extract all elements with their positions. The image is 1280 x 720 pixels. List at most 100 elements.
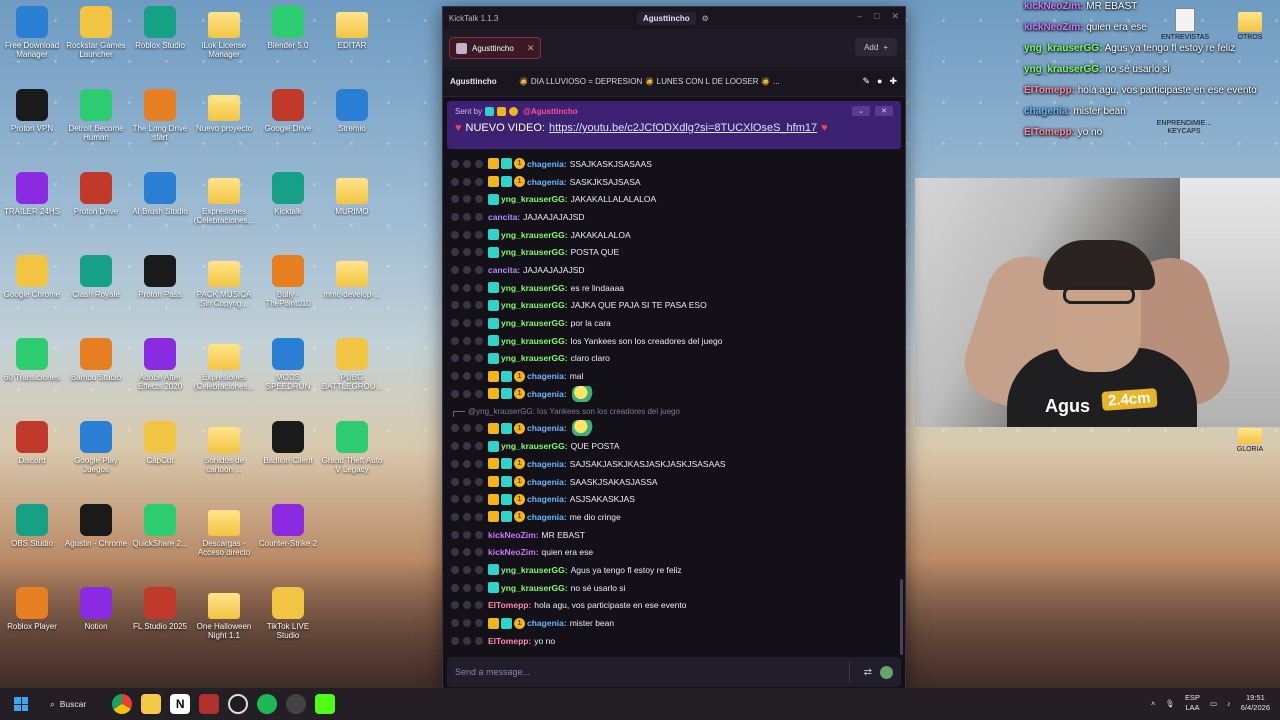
copy-icon[interactable] (463, 212, 471, 221)
reply-icon[interactable] (451, 265, 459, 274)
copy-icon[interactable] (463, 512, 471, 521)
desktop-icon[interactable]: AI Brush Studio (127, 172, 193, 216)
copy-icon[interactable] (463, 283, 471, 292)
translate-icon[interactable]: ⇄ (864, 667, 872, 678)
chat-message[interactable]: cancita: JAJAAJAJAJSD (443, 208, 905, 226)
more-icon[interactable] (475, 512, 483, 521)
copy-icon[interactable] (463, 301, 471, 310)
chat-username[interactable]: chagenia: (527, 389, 567, 399)
desktop-icon[interactable]: Adobe After Effects 2020 (127, 338, 193, 391)
more-icon[interactable] (475, 424, 483, 433)
desktop-icon[interactable]: Google Drive (255, 89, 321, 133)
desktop-icon[interactable]: Grand Theft Auto V Legacy (319, 421, 385, 474)
chat-message[interactable]: 1 chagenia: mister bean (443, 614, 905, 632)
copy-icon[interactable] (463, 354, 471, 363)
spotify-taskbar-icon[interactable] (257, 694, 278, 714)
volume-icon[interactable]: ♪ (1227, 699, 1231, 708)
reply-icon[interactable] (451, 512, 459, 521)
more-icon[interactable] (475, 336, 483, 345)
desktop-icon[interactable]: TikTok LIVE Studio (255, 587, 321, 640)
desktop-icon[interactable]: Descargas - Acceso directo (191, 504, 257, 557)
desktop-icon[interactable]: Roblox Studio (127, 6, 193, 50)
chat-message[interactable]: yng_krauserGG: los Yankees son los creado… (443, 332, 905, 350)
reply-icon[interactable] (451, 159, 459, 168)
desktop-icon[interactable]: PUBG BATTLEGROU... (319, 338, 385, 391)
desktop-icon[interactable]: Proton VPN (0, 89, 65, 133)
clock[interactable]: 19:51 6/4/2026 (1241, 693, 1270, 713)
desktop-icon[interactable]: iLok License Manager (191, 6, 257, 59)
chat-message[interactable]: 1 chagenia: (443, 385, 905, 403)
chat-username[interactable]: kickNeoZim: (488, 547, 539, 557)
copy-icon[interactable] (463, 495, 471, 504)
reply-icon[interactable] (451, 495, 459, 504)
copy-icon[interactable] (463, 248, 471, 257)
account-name[interactable]: Agusttincho (637, 12, 696, 25)
more-icon[interactable] (475, 636, 483, 645)
reply-icon[interactable] (451, 230, 459, 239)
chat-message[interactable]: 1 chagenia: ASJSAKASKJAS (443, 490, 905, 508)
chat-message[interactable]: yng_krauserGG: es re lindaaaa (443, 279, 905, 297)
chat-username[interactable]: ElTomepp: (488, 600, 531, 610)
windows-start-icon[interactable] (14, 697, 28, 711)
copy-icon[interactable] (463, 601, 471, 610)
chat-username[interactable]: ElTomepp: (488, 636, 531, 646)
desktop-icon[interactable]: MURIMO (319, 172, 385, 216)
tab-agusttincho[interactable]: Agusttincho ✕ (449, 37, 542, 59)
chat-username[interactable]: chagenia: (527, 459, 567, 469)
more-icon[interactable] (475, 212, 483, 221)
chrome-taskbar-icon[interactable] (112, 694, 133, 714)
chat-message[interactable]: yng_krauserGG: JAKAKALLALALALOA (443, 190, 905, 208)
chat-message[interactable]: yng_krauserGG: claro claro (443, 350, 905, 368)
youtube-link[interactable]: https://youtu.be/c2JCfODXdlg?si=8TUCXlOs… (549, 122, 817, 134)
reply-icon[interactable] (451, 389, 459, 398)
chat-username[interactable]: chagenia: (527, 159, 567, 169)
language-indicator[interactable]: ESP LAA (1185, 693, 1200, 713)
desktop-icon-personajes[interactable]: OTROS (1222, 8, 1278, 42)
reply-icon[interactable] (451, 583, 459, 592)
copy-icon[interactable] (463, 319, 471, 328)
copy-icon[interactable] (463, 336, 471, 345)
chat-message[interactable]: 1 chagenia: SAJSAKJASKJKASJASKJASKJSASAAS (443, 455, 905, 473)
copy-icon[interactable] (463, 389, 471, 398)
chat-message[interactable]: 1 chagenia: SSAJKASKJSASAAS (443, 155, 905, 173)
chat-message[interactable]: yng_krauserGG: JAJKA QUE PAJA SI TE PASA … (443, 297, 905, 315)
chat-message[interactable]: yng_krauserGG: JAKAKALALOA (443, 226, 905, 244)
chat-message[interactable]: yng_krauserGG: Agus ya tengo fl estoy re … (443, 561, 905, 579)
desktop-icon[interactable]: Bully - ThePoint010 (255, 255, 321, 308)
desktop-icon[interactable]: Sonidos de cartoon ... (191, 421, 257, 474)
reply-icon[interactable] (451, 424, 459, 433)
maximize-icon[interactable]: □ (874, 11, 879, 22)
chat-username[interactable]: yng_krauserGG: (501, 336, 568, 346)
chat-username[interactable]: chagenia: (527, 512, 567, 522)
desktop-icon[interactable]: The Long Drive start (127, 89, 193, 142)
desktop-icon[interactable]: Google Play Juegos (63, 421, 129, 474)
more-icon[interactable] (475, 530, 483, 539)
unpin-icon[interactable]: ✕ (875, 106, 893, 116)
chat-username[interactable]: yng_krauserGG: (501, 230, 568, 240)
desktop-icon[interactable]: TRAILER 24HS (0, 172, 65, 216)
chat-message[interactable]: yng_krauserGG: por la cara (443, 314, 905, 332)
copy-icon[interactable] (463, 548, 471, 557)
reply-icon[interactable] (451, 442, 459, 451)
microphone-icon[interactable]: 🎙 (1165, 699, 1175, 708)
pinned-sender[interactable]: @Agusttincho (523, 107, 577, 116)
copy-icon[interactable] (463, 636, 471, 645)
more-icon[interactable] (475, 548, 483, 557)
chat-username[interactable]: chagenia: (527, 477, 567, 487)
chatgpt-taskbar-icon[interactable] (228, 694, 249, 714)
reply-icon[interactable] (451, 177, 459, 186)
desktop-icon[interactable]: 60 Transiciones (0, 338, 65, 382)
copy-icon[interactable] (463, 265, 471, 274)
more-icon[interactable] (475, 230, 483, 239)
desktop-icon-gloria[interactable]: GLORIA (1222, 428, 1278, 454)
chat-message[interactable]: yng_krauserGG: QUE POSTA (443, 437, 905, 455)
desktop-icon[interactable]: PACK MUSICA Sin Copyrig... (191, 255, 257, 308)
pin-icon[interactable]: ✚ (889, 76, 897, 87)
more-icon[interactable] (475, 601, 483, 610)
reply-icon[interactable] (451, 477, 459, 486)
more-icon[interactable] (475, 159, 483, 168)
more-icon[interactable] (475, 442, 483, 451)
more-icon[interactable] (475, 477, 483, 486)
chat-username[interactable]: yng_krauserGG: (501, 353, 568, 363)
chat-username[interactable]: yng_krauserGG: (501, 247, 568, 257)
